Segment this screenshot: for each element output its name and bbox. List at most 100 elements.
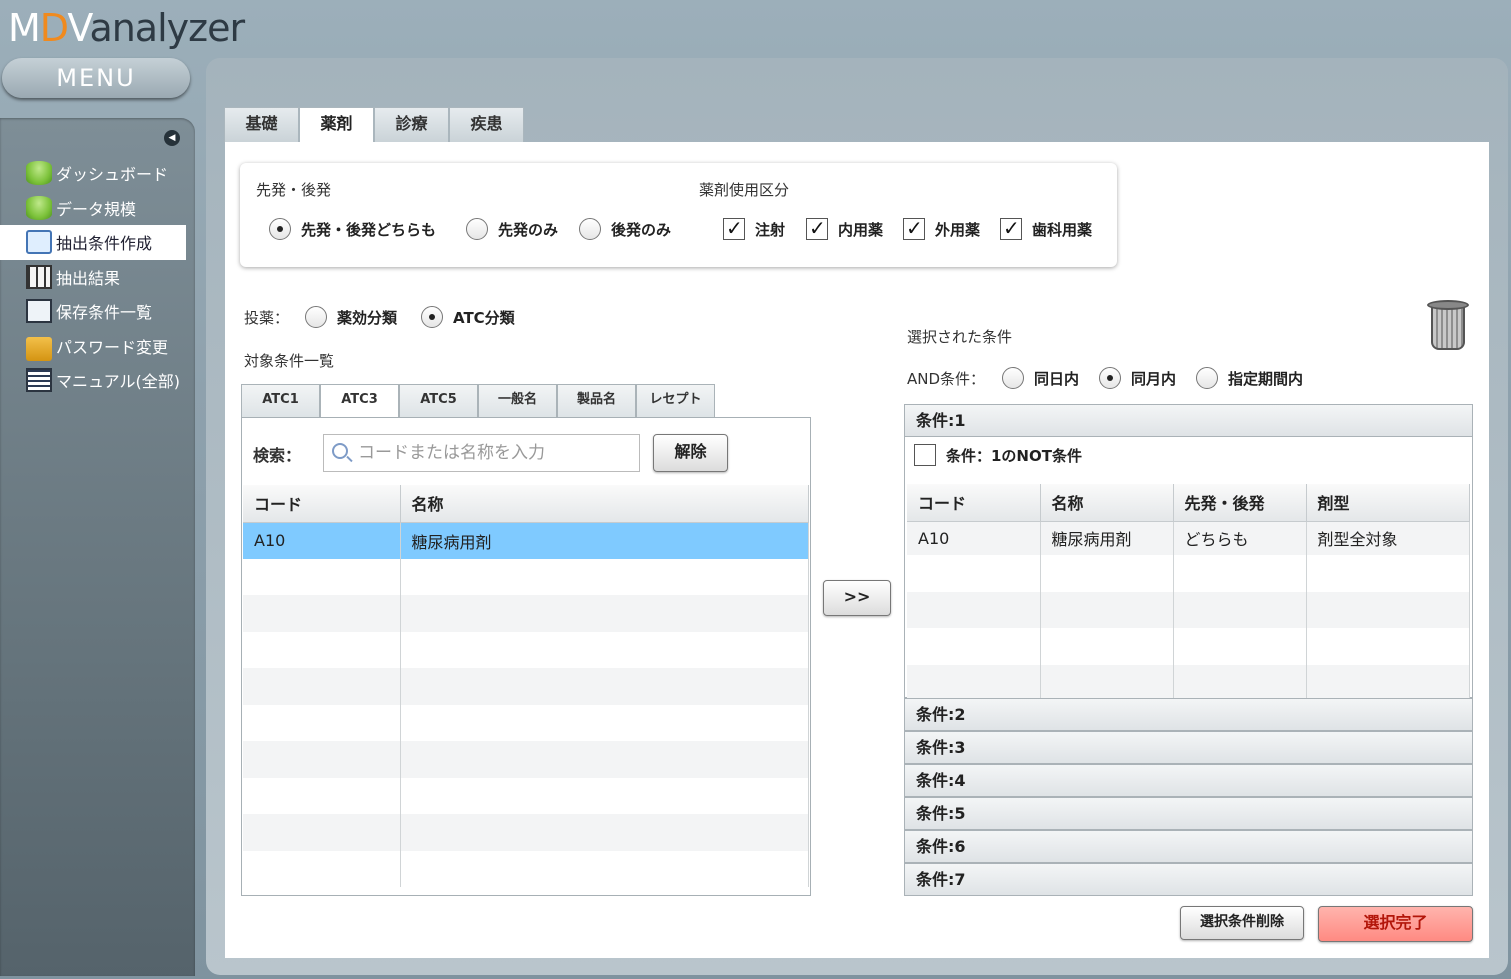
radio-control[interactable] — [466, 218, 488, 240]
search-input[interactable]: コードまたは名称を入力 — [323, 434, 640, 472]
table-row — [243, 814, 809, 851]
selected-table: コード 名称 先発・後発 剤型 A10 糖尿病用剤 どちらも 剤型全対象 — [907, 484, 1470, 701]
radio-control[interactable] — [579, 218, 601, 240]
trash-icon[interactable] — [1427, 300, 1469, 350]
radio-label: ATC分類 — [453, 308, 515, 327]
condition-4-header[interactable]: 条件:4 — [904, 764, 1473, 797]
tab-atc1[interactable]: ATC1 — [241, 384, 320, 418]
tab-product-name[interactable]: 製品名 — [557, 384, 636, 418]
table-row — [243, 741, 809, 778]
app-logo: MDVanalyzer — [8, 6, 245, 50]
sidebar-item-results[interactable]: 抽出結果 — [0, 260, 195, 295]
radio-specified-period[interactable]: 指定期間内 — [1196, 367, 1303, 389]
radio-efficacy-class[interactable]: 薬効分類 — [305, 306, 397, 328]
radio-label: 先発・後発どちらも — [301, 220, 437, 239]
checkbox-control[interactable] — [723, 216, 745, 240]
radio-control[interactable] — [421, 306, 443, 328]
logo-text-analyzer: analyzer — [89, 6, 245, 50]
radio-same-day[interactable]: 同日内 — [1002, 367, 1079, 389]
tab-treatment[interactable]: 診療 — [374, 107, 449, 143]
move-right-button[interactable]: >> — [823, 580, 891, 616]
sidebar-item-dashboard[interactable]: ダッシュボード — [0, 156, 195, 191]
tab-atc5[interactable]: ATC5 — [399, 384, 478, 418]
checkbox-control[interactable] — [914, 444, 936, 466]
column-header-form[interactable]: 剤型 — [1306, 484, 1470, 522]
search-document-icon — [26, 230, 52, 255]
sidebar-item-saved-conditions[interactable]: 保存条件一覧 — [0, 294, 195, 329]
checkbox-label: 歯科用薬 — [1032, 220, 1093, 239]
table-row — [243, 668, 809, 705]
radio-control[interactable] — [1002, 367, 1024, 389]
tab-disease[interactable]: 疾患 — [449, 107, 524, 143]
checkbox-dental[interactable]: 歯科用薬 — [1000, 216, 1093, 240]
document-icon — [26, 368, 52, 393]
not-condition-checkbox[interactable]: 条件：1のNOT条件 — [914, 444, 1082, 466]
condition-7-header[interactable]: 条件:7 — [904, 863, 1473, 896]
table-row — [243, 777, 809, 814]
table-row[interactable]: A10 糖尿病用剤 どちらも 剤型全対象 — [907, 521, 1470, 555]
sidebar-item-label: 保存条件一覧 — [56, 303, 153, 323]
table-row — [243, 704, 809, 741]
radio-original-only[interactable]: 先発のみ — [466, 218, 558, 240]
search-label: 検索： — [253, 446, 302, 465]
radio-generic-only[interactable]: 後発のみ — [579, 218, 671, 240]
checkbox-control[interactable] — [1000, 216, 1022, 240]
checkbox-injection[interactable]: 注射 — [723, 216, 785, 240]
table-row — [907, 555, 1470, 592]
table-icon — [26, 264, 52, 289]
sidebar-nav: ダッシュボード データ規模 抽出条件作成 抽出結果 保存条件一覧 パスワード変更… — [0, 156, 195, 398]
done-button[interactable]: 選択完了 — [1318, 906, 1473, 942]
checkbox-control[interactable] — [806, 216, 828, 240]
column-header-code[interactable]: コード — [243, 485, 401, 523]
database-icon — [26, 195, 52, 220]
tab-basic[interactable]: 基礎 — [224, 107, 299, 143]
usage-label: 薬剤使用区分 — [699, 181, 790, 199]
column-header-code[interactable]: コード — [907, 484, 1041, 522]
column-header-generic[interactable]: 先発・後発 — [1173, 484, 1307, 522]
condition-1-header[interactable]: 条件:1 — [904, 404, 1473, 437]
column-header-name[interactable]: 名称 — [1040, 484, 1174, 522]
sidebar-item-manual[interactable]: マニュアル(全部) — [0, 363, 195, 398]
tab-atc3[interactable]: ATC3 — [320, 384, 399, 419]
checkbox-external[interactable]: 外用薬 — [903, 216, 980, 240]
condition-6-header[interactable]: 条件:6 — [904, 830, 1473, 863]
sidebar-item-create-conditions[interactable]: 抽出条件作成 — [0, 225, 186, 260]
and-condition-label: AND条件： — [907, 370, 986, 388]
radio-label: 後発のみ — [611, 220, 672, 239]
condition-3-header[interactable]: 条件:3 — [904, 731, 1473, 764]
cell-name: 糖尿病用剤 — [1040, 521, 1174, 555]
clear-button[interactable]: 解除 — [653, 434, 728, 472]
cell-code: A10 — [243, 522, 401, 559]
sidebar-item-password[interactable]: パスワード変更 — [0, 329, 195, 364]
tab-generic-name[interactable]: 一般名 — [478, 384, 557, 418]
checkbox-label: 内用薬 — [838, 220, 884, 239]
radio-control[interactable] — [269, 218, 291, 240]
search-placeholder: コードまたは名称を入力 — [358, 443, 545, 463]
radio-control[interactable] — [1099, 367, 1121, 389]
column-header-name[interactable]: 名称 — [400, 485, 809, 523]
tab-drug[interactable]: 薬剤 — [299, 107, 374, 144]
radio-atc-class[interactable]: ATC分類 — [421, 306, 515, 328]
radio-control[interactable] — [305, 306, 327, 328]
radio-control[interactable] — [1196, 367, 1218, 389]
tab-receipt[interactable]: レセプト — [636, 384, 715, 418]
atc-tabs: ATC1 ATC3 ATC5 一般名 製品名 レセプト — [241, 384, 715, 419]
table-row — [243, 558, 809, 595]
cell-code: A10 — [907, 521, 1041, 555]
delete-selection-button[interactable]: 選択条件削除 — [1180, 906, 1304, 940]
logo-letter-d: D — [39, 6, 69, 50]
sidebar-item-label: ダッシュボード — [56, 165, 169, 185]
sidebar: ◀ ダッシュボード データ規模 抽出条件作成 抽出結果 保存条件一覧 パスワード… — [0, 118, 195, 976]
table-row[interactable]: A10 糖尿病用剤 — [243, 522, 809, 559]
checkbox-control[interactable] — [903, 216, 925, 240]
table-row — [907, 628, 1470, 665]
checkbox-oral[interactable]: 内用薬 — [806, 216, 884, 240]
radio-same-month[interactable]: 同月内 — [1099, 367, 1176, 389]
lock-icon — [26, 336, 52, 361]
menu-button[interactable]: MENU — [2, 58, 190, 98]
condition-2-header[interactable]: 条件:2 — [904, 698, 1473, 731]
condition-5-header[interactable]: 条件:5 — [904, 797, 1473, 830]
radio-generic-both[interactable]: 先発・後発どちらも — [269, 218, 436, 240]
collapse-sidebar-icon[interactable]: ◀ — [164, 130, 180, 146]
sidebar-item-data-scale[interactable]: データ規模 — [0, 191, 195, 226]
